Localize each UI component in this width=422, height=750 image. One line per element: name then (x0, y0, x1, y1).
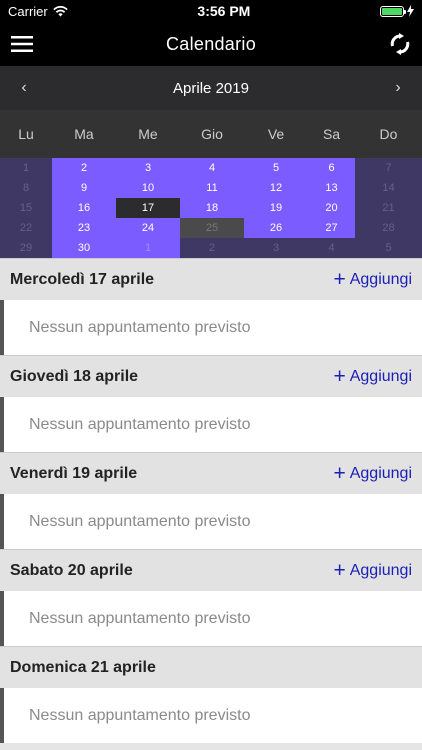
calendar-day[interactable]: 12 (244, 178, 308, 198)
add-label: Aggiungi (349, 561, 412, 579)
empty-message: Nessun appuntamento previsto (29, 318, 251, 336)
day-section-header: Giovedì 18 aprile + Aggiungi (0, 355, 422, 397)
add-appointment-button[interactable]: + Aggiungi (333, 463, 412, 484)
day-title: Venerdì 19 aprile (10, 464, 138, 482)
add-appointment-button[interactable]: + Aggiungi (333, 269, 412, 290)
battery-fill (382, 7, 402, 15)
calendar-day[interactable]: 19 (244, 198, 308, 218)
plus-icon: + (333, 365, 346, 388)
day-title: Giovedì 18 aprile (10, 367, 139, 385)
calendar-day[interactable]: 20 (308, 198, 355, 218)
empty-message: Nessun appuntamento previsto (29, 512, 251, 530)
calendar-day[interactable]: 28 (355, 218, 422, 238)
calendar-grid: 1 2 3 4 5 6 7 8 9 10 11 12 13 14 15 16 1… (0, 158, 422, 258)
calendar-day[interactable]: 21 (355, 198, 422, 218)
calendar-day[interactable]: 22 (0, 218, 52, 238)
status-right (380, 5, 414, 17)
calendar-day-next-month[interactable]: 3 (244, 238, 308, 258)
calendar-day[interactable]: 29 (0, 238, 52, 258)
add-label: Aggiungi (349, 367, 412, 385)
empty-message: Nessun appuntamento previsto (29, 609, 251, 627)
calendar-day[interactable]: 1 (0, 158, 52, 178)
calendar-day-next-month[interactable]: 5 (355, 238, 422, 258)
battery-icon (380, 5, 406, 17)
add-label: Aggiungi (349, 270, 412, 288)
calendar-day[interactable]: 15 (0, 198, 52, 218)
page-title: Calendario (165, 33, 257, 54)
carrier-label: Carrier (8, 3, 48, 19)
day-section-header: Mercoledì 17 aprile + Aggiungi (0, 258, 422, 300)
day-title: Sabato 20 aprile (10, 561, 133, 579)
charging-icon (407, 5, 414, 17)
day-section-body: Nessun appuntamento previsto (0, 494, 422, 549)
calendar-day[interactable]: 18 (180, 198, 244, 218)
status-left: Carrier (8, 4, 68, 19)
calendar-day[interactable]: 11 (180, 178, 244, 198)
add-appointment-button[interactable]: + Aggiungi (333, 560, 412, 581)
hamburger-icon[interactable] (10, 32, 34, 56)
day-section-body: Nessun appuntamento previsto (0, 397, 422, 452)
calendar-day-next-month[interactable]: 4 (308, 238, 355, 258)
calendar-day[interactable]: 23 (52, 218, 116, 238)
calendar-day-next-month[interactable]: 2 (180, 238, 244, 258)
add-label: Aggiungi (349, 464, 412, 482)
weekday-label: Gio (201, 126, 223, 142)
weekday-label: Sa (322, 126, 341, 142)
day-section-body: Nessun appuntamento previsto (0, 591, 422, 646)
calendar-day[interactable]: 26 (244, 218, 308, 238)
calendar-day[interactable]: 25 (180, 218, 244, 238)
calendar-day[interactable]: 2 (52, 158, 116, 178)
month-header: ‹ Aprile 2019 › (0, 66, 422, 110)
navbar: Calendario (0, 22, 422, 66)
weekday-label: Do (379, 126, 398, 142)
plus-icon: + (333, 268, 346, 291)
empty-message: Nessun appuntamento previsto (29, 415, 251, 433)
weekday-row: Lu Ma Me Gio Ve Sa Do (0, 110, 422, 158)
weekday-label: Ve (267, 126, 285, 142)
calendar-day-next-month[interactable]: 1 (116, 238, 180, 258)
calendar-day[interactable]: 13 (308, 178, 355, 198)
wifi-icon (53, 5, 68, 16)
plus-icon: + (333, 462, 346, 485)
calendar-day[interactable]: 5 (244, 158, 308, 178)
calendar-day[interactable]: 7 (355, 158, 422, 178)
clock: 3:56 PM (197, 3, 251, 19)
next-month-button[interactable]: › (388, 79, 408, 97)
day-section-header: Domenica 21 aprile (0, 646, 422, 688)
calendar-day[interactable]: 16 (52, 198, 116, 218)
day-section-header: Sabato 20 aprile + Aggiungi (0, 549, 422, 591)
calendar-day-today[interactable]: 17 (116, 198, 180, 218)
weekday-label: Ma (74, 126, 94, 142)
calendar-day[interactable]: 8 (0, 178, 52, 198)
calendar-day[interactable]: 27 (308, 218, 355, 238)
refresh-icon[interactable] (388, 32, 412, 56)
calendar-day[interactable]: 14 (355, 178, 422, 198)
weekday-label: Lu (18, 126, 34, 142)
prev-month-button[interactable]: ‹ (14, 79, 34, 97)
calendar-day[interactable]: 24 (116, 218, 180, 238)
calendar-day[interactable]: 9 (52, 178, 116, 198)
day-title: Mercoledì 17 aprile (10, 270, 155, 288)
month-label: Aprile 2019 (173, 79, 249, 97)
day-section-body: Nessun appuntamento previsto (0, 688, 422, 743)
calendar-day[interactable]: 3 (116, 158, 180, 178)
day-title: Domenica 21 aprile (10, 658, 156, 676)
weekday-label: Me (138, 126, 158, 142)
agenda-list: Mercoledì 17 aprile + Aggiungi Nessun ap… (0, 258, 422, 743)
calendar-day[interactable]: 10 (116, 178, 180, 198)
calendar-day[interactable]: 30 (52, 238, 116, 258)
plus-icon: + (333, 559, 346, 582)
empty-message: Nessun appuntamento previsto (29, 706, 251, 724)
calendar-day[interactable]: 4 (180, 158, 244, 178)
calendar-day[interactable]: 6 (308, 158, 355, 178)
day-section-header: Venerdì 19 aprile + Aggiungi (0, 452, 422, 494)
status-bar: Carrier 3:56 PM (0, 0, 422, 22)
add-appointment-button[interactable]: + Aggiungi (333, 366, 412, 387)
day-section-body: Nessun appuntamento previsto (0, 300, 422, 355)
